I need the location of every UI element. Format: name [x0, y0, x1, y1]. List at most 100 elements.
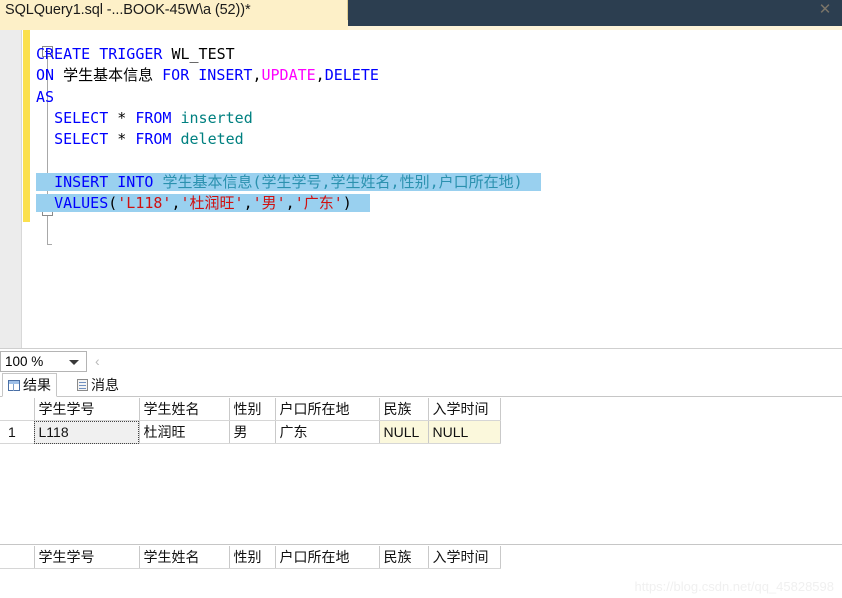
ssms-query-window: SQLQuery1.sql -...BOOK-45W\a (52))* ✕ CR…	[0, 0, 842, 598]
code-token: 'L118'	[117, 194, 172, 213]
code-token: DELETE	[324, 66, 379, 85]
code-token: 性别	[399, 172, 430, 191]
results-tab-strip: 结果 消息	[0, 373, 842, 397]
grid-column-header[interactable]: 入学时间	[428, 546, 501, 569]
grid-cell[interactable]: 广东	[275, 420, 380, 444]
code-token: VALUES	[54, 194, 109, 213]
code-token: FROM	[135, 108, 172, 127]
grid-column-header[interactable]: 性别	[229, 546, 276, 569]
code-token: inserted	[180, 108, 253, 127]
grid-corner-header[interactable]	[0, 398, 35, 421]
code-token: INTO	[117, 172, 154, 191]
code-token	[36, 194, 55, 213]
table-row[interactable]: 1 L118 杜润旺男广东 NULL NULL	[0, 420, 501, 444]
code-token: deleted	[180, 130, 244, 149]
scroll-left-icon[interactable]: ‹	[95, 353, 100, 369]
code-token: AS	[36, 87, 55, 106]
grid-icon	[8, 379, 20, 391]
code-token: *	[117, 130, 127, 149]
tab-sqlquery1[interactable]: SQLQuery1.sql -...BOOK-45W\a (52))*	[0, 0, 348, 20]
tab-messages[interactable]: 消息	[72, 373, 124, 397]
selection-padding	[522, 172, 541, 191]
zoom-level-value: 100 %	[5, 354, 44, 369]
editor-status-bar: 100 % ‹	[0, 348, 842, 373]
grid-column-header[interactable]: 学生学号	[34, 398, 140, 421]
grid-column-header[interactable]: 学生姓名	[139, 546, 230, 569]
code-token: INSERT	[54, 172, 109, 191]
row-number[interactable]: 1	[0, 420, 35, 444]
message-icon	[77, 379, 88, 391]
code-content[interactable]: CREATE TRIGGER WL_TEST ON 学生基本信息 FOR INSE…	[36, 44, 541, 214]
code-token: ,	[321, 172, 331, 191]
code-token: 学生基本信息	[63, 66, 154, 85]
fold-line-2	[47, 216, 48, 244]
grid-separator	[0, 544, 842, 545]
chevron-down-icon	[69, 360, 79, 365]
result-grid-inserted[interactable]: 学生学号 学生姓名 性别 户口所在地 民族 入学时间 1 L118 杜润旺男广东 NULL NULL	[0, 398, 501, 444]
code-line: SELECT * FROM inserted	[36, 108, 541, 129]
code-line: SELECT * FROM deleted	[36, 129, 541, 150]
tab-strip: SQLQuery1.sql -...BOOK-45W\a (52))* ✕	[0, 0, 842, 20]
grid-table: 学生学号 学生姓名 性别 户口所在地 民族 入学时间	[0, 546, 501, 569]
tab-results[interactable]: 结果	[2, 373, 57, 397]
code-token: TRIGGER	[99, 45, 163, 63]
grid-cell[interactable]: NULL	[379, 420, 429, 444]
code-token: 户口所在地	[438, 172, 514, 191]
grid-column-header[interactable]: 民族	[379, 546, 429, 569]
code-token: 学生基本信息	[162, 172, 253, 191]
code-token: '杜润旺'	[180, 194, 244, 213]
code-token: 学生姓名	[330, 172, 391, 191]
code-token: WL_TEST	[162, 45, 235, 63]
close-icon[interactable]: ✕	[817, 1, 833, 18]
grid-column-header[interactable]: 户口所在地	[275, 546, 380, 569]
grid-cell[interactable]: 杜润旺	[139, 420, 230, 444]
code-token: ON	[36, 66, 55, 85]
grid-column-header[interactable]: 学生姓名	[139, 398, 230, 421]
grid-header-row: 学生学号 学生姓名 性别 户口所在地 民族 入学时间	[0, 398, 501, 421]
grid-column-header[interactable]: 民族	[379, 398, 429, 421]
code-token: CREATE	[36, 45, 91, 63]
code-token	[108, 172, 118, 191]
code-line: ON 学生基本信息 FOR INSERT,UPDATE,DELETE	[36, 65, 541, 86]
code-token: '男'	[252, 194, 286, 213]
zoom-level-dropdown[interactable]: 100 %	[0, 351, 87, 372]
grid-cell[interactable]: 男	[229, 420, 276, 444]
code-token: SELECT	[54, 108, 109, 127]
watermark: https://blog.csdn.net/qq_45828598	[634, 579, 835, 594]
code-token: 学生学号	[261, 172, 322, 191]
code-line: CREATE TRIGGER WL_TEST	[36, 44, 541, 65]
code-token: SELECT	[54, 130, 109, 149]
grid-corner-header[interactable]	[0, 546, 35, 569]
code-token: )	[513, 172, 523, 191]
code-line: VALUES('L118','杜润旺','男','广东')	[36, 193, 541, 214]
grid-column-header[interactable]: 性别	[229, 398, 276, 421]
code-token: )	[342, 194, 352, 213]
code-token: INSERT	[198, 66, 253, 85]
code-token: ,	[171, 194, 181, 213]
code-token: FROM	[135, 130, 172, 149]
sql-editor[interactable]: CREATE TRIGGER WL_TEST ON 学生基本信息 FOR INSE…	[0, 30, 842, 348]
code-token: UPDATE	[261, 66, 316, 85]
result-grid-deleted[interactable]: 学生学号 学生姓名 性别 户口所在地 民族 入学时间	[0, 546, 501, 569]
grid-column-header[interactable]: 户口所在地	[275, 398, 380, 421]
code-token: *	[117, 108, 127, 127]
code-line: INSERT INTO 学生基本信息(学生学号,学生姓名,性别,户口所在地)	[36, 172, 541, 193]
editor-gutter	[0, 30, 22, 348]
grid-cell[interactable]: NULL	[428, 420, 501, 444]
grid-table: 学生学号 学生姓名 性别 户口所在地 民族 入学时间 1 L118 杜润旺男广东 NULL NULL	[0, 398, 501, 444]
grid-column-header[interactable]: 学生学号	[34, 546, 140, 569]
code-token: ,	[390, 172, 400, 191]
grid-cell[interactable]: L118	[34, 420, 140, 444]
fold-end-tick	[47, 244, 52, 245]
code-line: AS	[36, 87, 541, 108]
grid-column-header[interactable]: 入学时间	[428, 398, 501, 421]
